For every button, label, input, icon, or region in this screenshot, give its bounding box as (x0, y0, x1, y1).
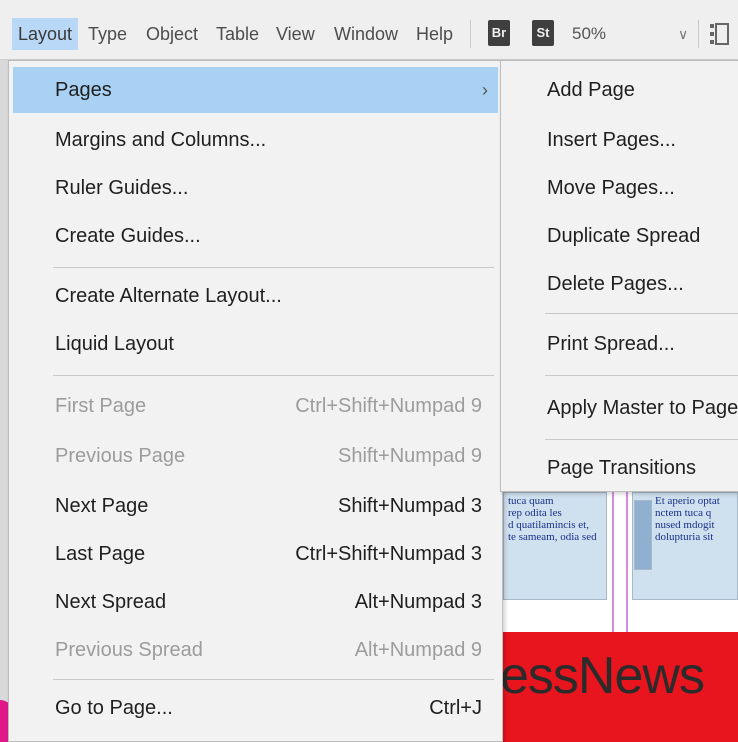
menubar-divider (698, 20, 699, 48)
menu-item-next-spread[interactable]: Next Spread Alt+Numpad 3 (13, 579, 498, 625)
submenu-item-move-pages[interactable]: Move Pages... (501, 165, 738, 211)
submenu-item-apply-master[interactable]: Apply Master to Pages... (501, 385, 738, 431)
menu-item-shortcut: Alt+Numpad 3 (354, 591, 482, 613)
submenu-item-label: Duplicate Spread (547, 225, 701, 247)
menu-item-label: Create Guides... (55, 225, 201, 247)
menu-item-shortcut: Ctrl+Shift+Numpad 3 (295, 543, 482, 565)
menu-item-next-page[interactable]: Next Page Shift+Numpad 3 (13, 483, 498, 529)
submenu-item-delete-pages[interactable]: Delete Pages... (501, 261, 738, 307)
submenu-item-label: Insert Pages... (547, 129, 676, 151)
menu-item-first-page[interactable]: First Page Ctrl+Shift+Numpad 9 (13, 383, 498, 429)
view-options-icon[interactable] (708, 20, 730, 48)
menu-item-margins-columns[interactable]: Margins and Columns... (13, 117, 498, 163)
menu-window[interactable]: Window (328, 18, 404, 50)
menu-item-shortcut: Shift+Numpad 3 (338, 495, 482, 517)
menu-item-previous-spread[interactable]: Previous Spread Alt+Numpad 9 (13, 627, 498, 673)
menu-separator (545, 375, 738, 376)
menu-item-label: Ruler Guides... (55, 177, 189, 199)
menu-view[interactable]: View (270, 18, 321, 50)
chevron-down-icon[interactable]: ∨ (678, 18, 688, 50)
menu-item-label: First Page (55, 395, 147, 417)
menu-item-shortcut: Shift+Numpad 9 (338, 445, 482, 467)
submenu-item-label: Delete Pages... (547, 273, 684, 295)
submenu-item-page-transitions[interactable]: Page Transitions (501, 445, 738, 491)
submenu-item-label: Add Page (547, 79, 635, 101)
bridge-icon[interactable]: Br (488, 20, 510, 46)
submenu-item-add-page[interactable]: Add Page (501, 67, 738, 113)
menu-item-shortcut: Ctrl+J (429, 697, 482, 719)
zoom-level[interactable]: 50% (572, 18, 630, 50)
submenu-item-label: Print Spread... (547, 333, 675, 355)
menu-separator (53, 679, 494, 680)
stock-icon[interactable]: St (532, 20, 554, 46)
submenu-item-label: Page Transitions (547, 457, 696, 479)
menu-separator (545, 439, 738, 440)
menu-item-label: Next Spread (55, 591, 167, 613)
chevron-right-icon: › (482, 80, 488, 100)
frame-text: tuca quam rep odita les d quatilamincis … (508, 495, 597, 543)
menu-item-label: Last Page (55, 543, 146, 565)
menu-separator (545, 313, 738, 314)
menu-item-label: Create Alternate Layout... (55, 285, 282, 307)
menu-item-label: Pages (55, 79, 112, 101)
menu-separator (53, 267, 494, 268)
menu-layout[interactable]: Layout (12, 18, 79, 50)
menu-bar: Layout Type Object Table View Window Hel… (0, 0, 738, 60)
menu-item-ruler-guides[interactable]: Ruler Guides... (13, 165, 498, 211)
menu-item-label: Margins and Columns... (55, 129, 267, 151)
menu-object[interactable]: Object (140, 18, 204, 50)
submenu-item-duplicate-spread[interactable]: Duplicate Spread (501, 213, 738, 259)
pages-submenu: Add Page Insert Pages... Move Pages... D… (500, 60, 738, 492)
menu-item-create-guides[interactable]: Create Guides... (13, 213, 498, 259)
menu-table[interactable]: Table (210, 18, 265, 50)
menu-item-pages[interactable]: Pages › (13, 67, 498, 113)
menubar-divider (470, 20, 471, 48)
menu-separator (53, 375, 494, 376)
menu-item-label: Next Page (55, 495, 149, 517)
frame-handle (634, 500, 652, 570)
menu-item-label: Previous Spread (55, 639, 203, 661)
menu-item-shortcut: Alt+Numpad 9 (354, 639, 482, 661)
layout-menu: Pages › Margins and Columns... Ruler Gui… (8, 60, 503, 742)
menu-type[interactable]: Type (82, 18, 133, 50)
menu-item-label: Liquid Layout (55, 333, 174, 355)
submenu-item-insert-pages[interactable]: Insert Pages... (501, 117, 738, 163)
submenu-item-print-spread[interactable]: Print Spread... (501, 321, 738, 367)
menu-item-previous-page[interactable]: Previous Page Shift+Numpad 9 (13, 433, 498, 479)
menu-item-shortcut: Ctrl+Shift+Numpad 9 (295, 395, 482, 417)
menu-item-liquid-layout[interactable]: Liquid Layout (13, 321, 498, 367)
submenu-item-label: Move Pages... (547, 177, 675, 199)
menu-help[interactable]: Help (410, 18, 459, 50)
menu-item-go-to-page[interactable]: Go to Page... Ctrl+J (13, 685, 498, 731)
menu-item-label: Go to Page... (55, 697, 173, 719)
headline-text: essNews (500, 647, 705, 705)
menu-item-label: Previous Page (55, 445, 186, 467)
submenu-item-label: Apply Master to Pages... (547, 397, 738, 419)
menu-item-last-page[interactable]: Last Page Ctrl+Shift+Numpad 3 (13, 531, 498, 577)
text-frame[interactable]: tuca quam rep odita les d quatilamincis … (503, 492, 607, 600)
menu-item-create-alternate-layout[interactable]: Create Alternate Layout... (13, 273, 498, 319)
